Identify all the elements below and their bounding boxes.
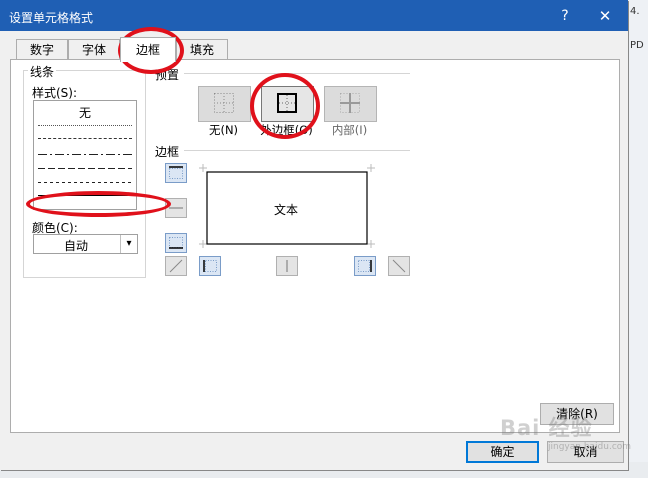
border-right-button[interactable] (354, 256, 376, 276)
title-bar: 设置单元格格式 ? ✕ (0, 0, 628, 31)
border-group-label: 边框 (155, 145, 180, 159)
tab-font[interactable]: 字体 (68, 39, 120, 60)
border-left-button[interactable] (199, 256, 221, 276)
watermark: Bai 经验 (500, 416, 593, 440)
line-style-item[interactable] (38, 168, 132, 169)
preset-inside-icon (340, 93, 360, 113)
border-center-button[interactable] (276, 256, 298, 276)
line-style-item[interactable] (38, 138, 132, 139)
annotation-circle-outline-preset (250, 73, 320, 139)
chevron-down-icon[interactable]: ▾ (120, 235, 137, 253)
color-select[interactable]: 自动 ▾ (33, 234, 138, 254)
ok-button[interactable]: 确定 (466, 441, 539, 463)
line-style-item[interactable] (38, 154, 132, 155)
border-top-button[interactable] (165, 163, 187, 183)
divider (184, 150, 410, 151)
border-top-icon (169, 166, 183, 179)
tab-border[interactable]: 边框 (120, 37, 176, 62)
color-select-value: 自动 (63, 239, 88, 253)
background-text: PD (630, 40, 644, 51)
diagonal-down-icon (392, 259, 406, 273)
diagonal-up-icon (169, 259, 183, 273)
border-diagonal-down-button[interactable] (388, 256, 410, 276)
preview-text: 文本 (274, 203, 299, 217)
help-button[interactable]: ? (552, 5, 578, 27)
preset-none-button[interactable] (198, 86, 251, 122)
style-label: 样式(S): (32, 86, 78, 100)
preset-inside-button[interactable] (324, 86, 377, 122)
border-center-icon (286, 260, 288, 272)
border-left-icon (203, 260, 217, 272)
border-bottom-icon (169, 237, 183, 249)
border-bottom-button[interactable] (165, 233, 187, 253)
line-group-label: 线条 (28, 63, 57, 80)
line-style-item[interactable] (38, 182, 132, 183)
watermark-url: jingyan.baidu.com (548, 442, 632, 452)
background-text: 4. (630, 6, 640, 17)
background-app: 4. PD (628, 0, 648, 478)
border-diagonal-up-button[interactable] (165, 256, 187, 276)
line-style-none[interactable]: 无 (34, 104, 136, 121)
border-right-icon (358, 260, 372, 272)
divider (184, 73, 410, 74)
preset-none-label: 无(N) (208, 123, 239, 137)
preset-inside-label: 内部(I) (331, 123, 368, 137)
line-style-item[interactable] (38, 125, 132, 126)
format-cells-dialog: 设置单元格格式 ? ✕ 数字 字体 边框 填充 线条 样式(S): 无 颜色(C… (0, 0, 632, 470)
dialog-title: 设置单元格格式 (9, 11, 94, 25)
annotation-circle-line-style (26, 191, 171, 217)
close-button[interactable]: ✕ (592, 5, 618, 27)
tab-number[interactable]: 数字 (16, 39, 68, 60)
preset-none-icon (214, 93, 234, 113)
